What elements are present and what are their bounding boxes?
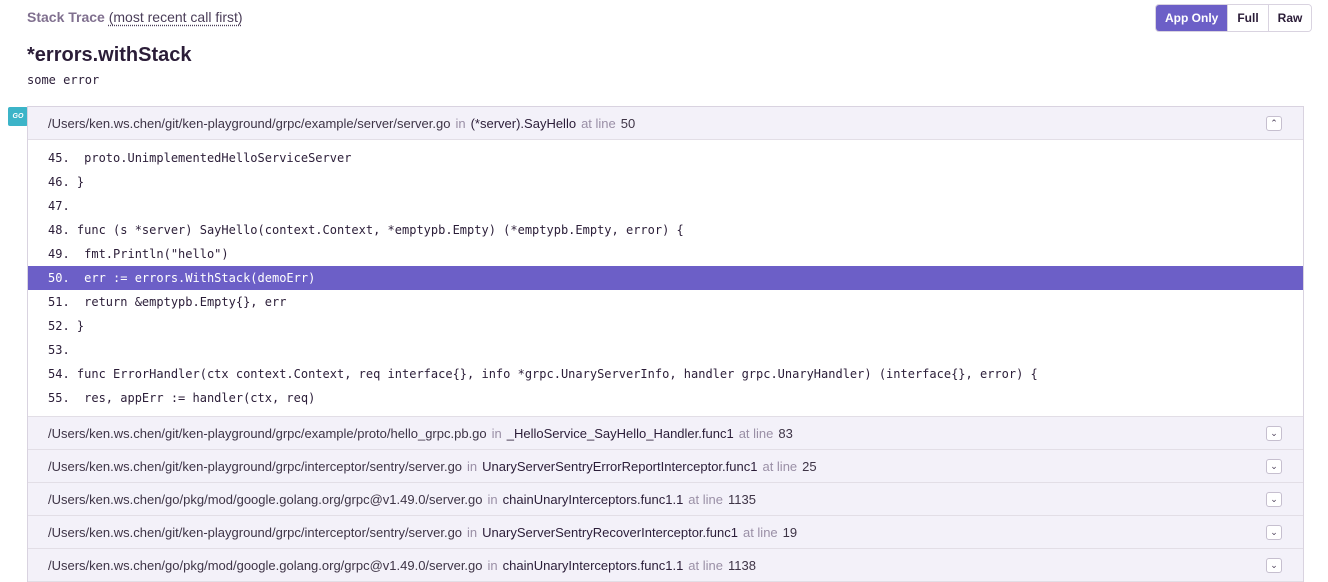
chevron-down-icon[interactable]: ⌄ xyxy=(1266,426,1282,441)
stack-frame-header[interactable]: /Users/ken.ws.chen/go/pkg/mod/google.gol… xyxy=(28,549,1303,582)
frame-in-label: in xyxy=(487,557,498,573)
frame-function: UnaryServerSentryErrorReportInterceptor.… xyxy=(482,458,758,474)
frame-at-line-label: at line xyxy=(688,491,723,507)
frame-at-line-label: at line xyxy=(581,115,616,131)
view-button-app-only[interactable]: App Only xyxy=(1156,5,1228,31)
code-line: 55. res, appErr := handler(ctx, req) xyxy=(48,391,316,405)
frame-line-number: 19 xyxy=(782,524,798,540)
frame-function: chainUnaryInterceptors.func1.1 xyxy=(502,491,684,507)
stack-frame-header[interactable]: /Users/ken.ws.chen/git/ken-playground/gr… xyxy=(28,417,1303,450)
exception-value: some error xyxy=(27,73,100,87)
frame-line-number: 50 xyxy=(620,115,636,131)
frame-line-number: 25 xyxy=(802,458,817,474)
view-toggle-group: App Only Full Raw xyxy=(1155,4,1313,32)
frame-line-number: 83 xyxy=(778,425,793,441)
frame-filename: /Users/ken.ws.chen/git/ken-playground/gr… xyxy=(48,524,463,540)
frame-function: _HelloService_SayHello_Handler.func1 xyxy=(506,425,734,441)
frame-filename: /Users/ken.ws.chen/git/ken-playground/gr… xyxy=(48,425,487,441)
stack-frame-header[interactable]: /Users/ken.ws.chen/git/ken-playground/gr… xyxy=(28,516,1303,549)
view-button-raw[interactable]: Raw xyxy=(1267,5,1312,31)
code-line: 47. xyxy=(48,199,70,213)
stack-frames: /Users/ken.ws.chen/git/ken-playground/gr… xyxy=(27,106,1304,582)
frame-filename: /Users/ken.ws.chen/go/pkg/mod/google.gol… xyxy=(48,491,483,507)
frame-at-line-label: at line xyxy=(688,557,723,573)
frame-filename: /Users/ken.ws.chen/git/ken-playground/gr… xyxy=(48,458,463,474)
frame-function: UnaryServerSentryRecoverInterceptor.func… xyxy=(482,524,738,540)
frame-filename: /Users/ken.ws.chen/git/ken-playground/gr… xyxy=(48,115,451,131)
frame-in-label: in xyxy=(491,425,502,441)
code-line: 46. } xyxy=(48,175,85,189)
code-line: 48. func (s *server) SayHello(context.Co… xyxy=(48,223,684,237)
frame-at-line-label: at line xyxy=(742,524,778,540)
frame-function: chainUnaryInterceptors.func1.1 xyxy=(502,557,684,573)
code-line: 53. xyxy=(48,343,70,357)
code-line: 49. fmt.Println("hello") xyxy=(48,247,229,261)
chevron-down-icon[interactable]: ⌄ xyxy=(1266,558,1282,573)
code-line-highlighted: 50. err := errors.WithStack(demoErr) xyxy=(28,266,1303,290)
frame-in-label: in xyxy=(467,524,478,540)
stack-trace-order-hint[interactable]: (most recent call first) xyxy=(109,9,243,25)
chevron-down-icon[interactable]: ⌄ xyxy=(1266,525,1282,540)
code-line: 52. } xyxy=(48,319,85,333)
frame-function: (*server).SayHello xyxy=(470,115,577,131)
exception-type: *errors.withStack xyxy=(27,44,192,66)
code-line: 54. func ErrorHandler(ctx context.Contex… xyxy=(48,367,1038,381)
frame-at-line-label: at line xyxy=(738,425,774,441)
go-icon: GO xyxy=(8,107,28,126)
frame-line-number: 1135 xyxy=(728,491,756,507)
stack-trace-header: Stack Trace (most recent call first) xyxy=(27,9,243,25)
view-button-full[interactable]: Full xyxy=(1227,5,1268,31)
chevron-down-icon[interactable]: ⌄ xyxy=(1266,459,1282,474)
stack-trace-title: Stack Trace xyxy=(27,9,105,25)
frame-line-number: 1138 xyxy=(728,557,756,573)
chevron-down-icon[interactable]: ⌄ xyxy=(1266,492,1282,507)
code-line: 45. proto.UnimplementedHelloServiceServe… xyxy=(48,151,352,165)
frame-in-label: in xyxy=(455,115,466,131)
frame-context: 45. proto.UnimplementedHelloServiceServe… xyxy=(28,140,1303,417)
code-line: 51. return &emptypb.Empty{}, err xyxy=(48,295,287,309)
frame-filename: /Users/ken.ws.chen/go/pkg/mod/google.gol… xyxy=(48,557,483,573)
stack-frame-header[interactable]: /Users/ken.ws.chen/git/ken-playground/gr… xyxy=(28,107,1303,140)
stack-frame-header[interactable]: /Users/ken.ws.chen/git/ken-playground/gr… xyxy=(28,450,1303,483)
chevron-up-icon[interactable]: ⌃ xyxy=(1266,116,1282,131)
frame-in-label: in xyxy=(487,491,498,507)
frame-at-line-label: at line xyxy=(762,458,798,474)
frame-in-label: in xyxy=(467,458,478,474)
stack-frame-header[interactable]: /Users/ken.ws.chen/go/pkg/mod/google.gol… xyxy=(28,483,1303,516)
